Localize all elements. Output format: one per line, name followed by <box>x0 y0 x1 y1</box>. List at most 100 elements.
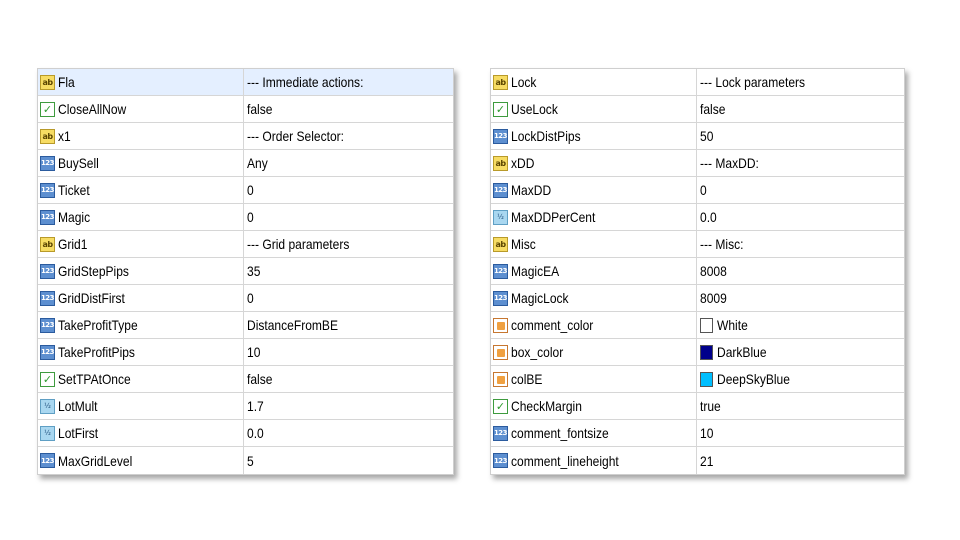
parameter-value-cell[interactable]: 0 <box>244 177 453 203</box>
parameter-value-cell[interactable]: 0.0 <box>244 420 453 446</box>
parameter-row-max-dd[interactable]: 123 MaxDD 0 <box>491 177 904 204</box>
integer-type-icon: 123 <box>40 155 55 171</box>
parameter-name-cell: ✓ CloseAllNow <box>38 96 244 122</box>
parameter-row-close-all-now[interactable]: ✓ CloseAllNow false <box>38 96 453 123</box>
parameter-value-cell[interactable]: 0 <box>244 285 453 311</box>
parameter-value-cell[interactable]: 5 <box>244 447 453 474</box>
parameter-value-cell[interactable]: 10 <box>244 339 453 365</box>
parameter-value-cell[interactable]: 0 <box>244 204 453 230</box>
parameter-value: 0 <box>700 182 707 198</box>
parameter-row-max-ddper-cent[interactable]: ½ MaxDDPerCent 0.0 <box>491 204 904 231</box>
integer-type-icon: 123 <box>493 290 508 306</box>
parameter-name: LotFirst <box>58 425 99 441</box>
parameter-value-cell[interactable]: DarkBlue <box>697 339 904 365</box>
parameter-row-x-dd[interactable]: ab xDD --- MaxDD: <box>491 150 904 177</box>
parameter-value: 0.0 <box>247 425 264 441</box>
parameter-value: DeepSkyBlue <box>717 371 790 387</box>
parameter-value-cell[interactable]: --- Immediate actions: <box>244 69 453 95</box>
parameter-value: 10 <box>700 425 714 441</box>
boolean-type-icon: ✓ <box>40 371 55 387</box>
parameter-row-fla[interactable]: ab Fla --- Immediate actions: <box>38 69 453 96</box>
parameter-row-use-lock[interactable]: ✓ UseLock false <box>491 96 904 123</box>
parameter-row-grid1[interactable]: ab Grid1 --- Grid parameters <box>38 231 453 258</box>
parameter-value-cell[interactable]: 1.7 <box>244 393 453 419</box>
string-type-icon: ab <box>40 128 55 144</box>
parameter-value-cell[interactable]: DeepSkyBlue <box>697 366 904 392</box>
parameter-value-cell[interactable]: 8008 <box>697 258 904 284</box>
parameter-row-lot-first[interactable]: ½ LotFirst 0.0 <box>38 420 453 447</box>
parameter-value: 0.0 <box>700 209 717 225</box>
parameter-name-cell: 123 TakeProfitPips <box>38 339 244 365</box>
parameter-name-cell: ab Fla <box>38 69 244 95</box>
parameter-row-x1[interactable]: ab x1 --- Order Selector: <box>38 123 453 150</box>
parameter-value-cell[interactable]: --- Grid parameters <box>244 231 453 257</box>
double-type-icon: ½ <box>40 398 55 414</box>
boolean-type-icon: ✓ <box>40 101 55 117</box>
parameter-name-cell: 123 MaxDD <box>491 177 697 203</box>
parameter-value-cell[interactable]: Any <box>244 150 453 176</box>
parameter-value-cell[interactable]: false <box>244 96 453 122</box>
parameter-row-take-profit-pips[interactable]: 123 TakeProfitPips 10 <box>38 339 453 366</box>
parameter-name: xDD <box>511 155 535 171</box>
parameter-value-cell[interactable]: false <box>244 366 453 392</box>
parameter-row-comment-fontsize[interactable]: 123 comment_fontsize 10 <box>491 420 904 447</box>
parameter-value-cell[interactable]: 35 <box>244 258 453 284</box>
parameter-name: Magic <box>58 209 91 225</box>
parameter-row-misc[interactable]: ab Misc --- Misc: <box>491 231 904 258</box>
parameter-value-cell[interactable]: 8009 <box>697 285 904 311</box>
integer-type-icon: 123 <box>40 317 55 333</box>
parameter-row-magic[interactable]: 123 Magic 0 <box>38 204 453 231</box>
parameter-row-ticket[interactable]: 123 Ticket 0 <box>38 177 453 204</box>
parameter-name: comment_color <box>511 317 594 333</box>
parameter-value-cell[interactable]: 0.0 <box>697 204 904 230</box>
parameter-row-max-grid-level[interactable]: 123 MaxGridLevel 5 <box>38 447 453 474</box>
parameter-row-comment-color[interactable]: comment_color White <box>491 312 904 339</box>
parameter-value-cell[interactable]: 50 <box>697 123 904 149</box>
parameter-row-col-be[interactable]: colBE DeepSkyBlue <box>491 366 904 393</box>
parameter-name-cell: 123 GridDistFirst <box>38 285 244 311</box>
parameter-value-cell[interactable]: White <box>697 312 904 338</box>
parameter-row-magic-ea[interactable]: 123 MagicEA 8008 <box>491 258 904 285</box>
integer-type-icon: 123 <box>40 290 55 306</box>
parameter-row-lock-dist-pips[interactable]: 123 LockDistPips 50 <box>491 123 904 150</box>
parameter-name: box_color <box>511 344 564 360</box>
parameter-row-lock[interactable]: ab Lock --- Lock parameters <box>491 69 904 96</box>
parameter-name-cell: ab x1 <box>38 123 244 149</box>
parameter-row-set-tpat-once[interactable]: ✓ SetTPAtOnce false <box>38 366 453 393</box>
parameter-row-grid-step-pips[interactable]: 123 GridStepPips 35 <box>38 258 453 285</box>
parameter-name-cell: 123 Magic <box>38 204 244 230</box>
parameter-row-magic-lock[interactable]: 123 MagicLock 8009 <box>491 285 904 312</box>
parameter-name: MaxDDPerCent <box>511 209 596 225</box>
integer-type-icon: 123 <box>40 209 55 225</box>
parameter-value: --- MaxDD: <box>700 155 759 171</box>
integer-type-icon: 123 <box>40 263 55 279</box>
parameter-value-cell[interactable]: DistanceFromBE <box>244 312 453 338</box>
parameter-name: Ticket <box>58 182 90 198</box>
parameter-row-check-margin[interactable]: ✓ CheckMargin true <box>491 393 904 420</box>
parameter-value: false <box>700 101 726 117</box>
parameter-value-cell[interactable]: false <box>697 96 904 122</box>
parameter-value-cell[interactable]: --- MaxDD: <box>697 150 904 176</box>
parameter-row-lot-mult[interactable]: ½ LotMult 1.7 <box>38 393 453 420</box>
parameter-row-box-color[interactable]: box_color DarkBlue <box>491 339 904 366</box>
parameter-value: --- Immediate actions: <box>247 74 364 90</box>
color-type-icon <box>493 344 508 360</box>
parameter-row-take-profit-type[interactable]: 123 TakeProfitType DistanceFromBE <box>38 312 453 339</box>
parameter-name-cell: ab xDD <box>491 150 697 176</box>
parameter-value-cell[interactable]: 10 <box>697 420 904 446</box>
parameter-value-cell[interactable]: --- Order Selector: <box>244 123 453 149</box>
parameter-row-grid-dist-first[interactable]: 123 GridDistFirst 0 <box>38 285 453 312</box>
boolean-type-icon: ✓ <box>493 101 508 117</box>
parameter-value: 1.7 <box>247 398 264 414</box>
parameter-value-cell[interactable]: 21 <box>697 447 904 474</box>
parameter-name-cell: 123 LockDistPips <box>491 123 697 149</box>
parameter-value-cell[interactable]: --- Misc: <box>697 231 904 257</box>
parameter-row-comment-lineheight[interactable]: 123 comment_lineheight 21 <box>491 447 904 474</box>
parameter-value-cell[interactable]: --- Lock parameters <box>697 69 904 95</box>
integer-type-icon: 123 <box>493 425 508 441</box>
parameter-row-buy-sell[interactable]: 123 BuySell Any <box>38 150 453 177</box>
parameter-value-cell[interactable]: 0 <box>697 177 904 203</box>
parameter-name: Grid1 <box>58 236 88 252</box>
parameter-value: White <box>717 317 748 333</box>
parameter-value-cell[interactable]: true <box>697 393 904 419</box>
